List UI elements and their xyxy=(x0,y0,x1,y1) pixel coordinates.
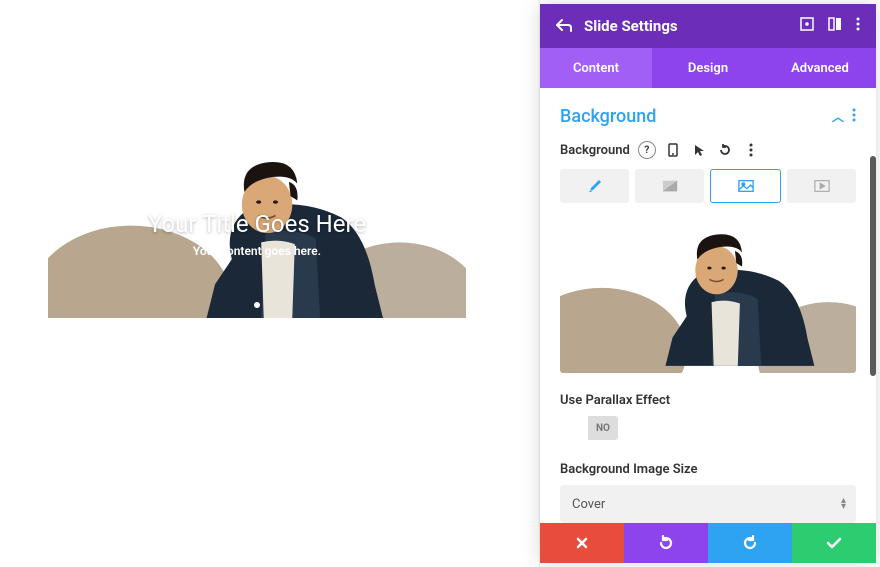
panel-title: Slide Settings xyxy=(580,17,800,35)
slide-subtitle[interactable]: Your content goes here. xyxy=(48,244,466,258)
parallax-label: Use Parallax Effect xyxy=(560,393,856,408)
save-button[interactable] xyxy=(792,523,876,563)
more-icon[interactable] xyxy=(856,17,860,35)
collapse-icon[interactable]: ︿ xyxy=(832,108,844,125)
bgsize-select[interactable]: Cover ▴▾ xyxy=(560,485,856,523)
panel-header: Slide Settings xyxy=(540,4,876,48)
redo-button[interactable] xyxy=(708,523,792,563)
bg-type-color[interactable] xyxy=(560,169,629,203)
panel-body: Background ︿ Background ? xyxy=(540,88,876,523)
panel-footer xyxy=(540,523,876,563)
select-arrows-icon: ▴▾ xyxy=(841,498,846,510)
tab-content[interactable]: Content xyxy=(540,48,652,88)
reset-icon[interactable] xyxy=(716,141,734,159)
help-icon[interactable]: ? xyxy=(638,141,656,159)
section-title-background[interactable]: Background xyxy=(560,106,832,127)
background-type-tabs xyxy=(560,169,856,203)
slide-title[interactable]: Your Title Goes Here xyxy=(48,210,466,238)
parallax-toggle-value: NO xyxy=(588,423,618,434)
bg-type-video[interactable] xyxy=(787,169,856,203)
cancel-button[interactable] xyxy=(540,523,624,563)
hover-icon[interactable] xyxy=(690,141,708,159)
background-image-preview[interactable] xyxy=(560,217,856,373)
slide-pagination-dot[interactable] xyxy=(254,302,260,308)
scrollbar[interactable] xyxy=(870,156,876,376)
mobile-icon[interactable] xyxy=(664,141,682,159)
slide-preview[interactable]: Your Title Goes Here Your content goes h… xyxy=(48,150,466,318)
expand-icon[interactable] xyxy=(800,17,814,35)
bgsize-label: Background Image Size xyxy=(560,462,856,477)
tab-advanced[interactable]: Advanced xyxy=(764,48,876,88)
bgsize-value: Cover xyxy=(572,497,605,512)
field-more-icon[interactable] xyxy=(742,141,760,159)
bg-type-gradient[interactable] xyxy=(635,169,704,203)
background-field-label: Background xyxy=(560,143,630,158)
settings-panel: Slide Settings Content Design Advanced B… xyxy=(540,4,876,563)
bg-type-image[interactable] xyxy=(710,169,781,203)
parallax-toggle[interactable]: NO xyxy=(560,416,618,440)
tab-design[interactable]: Design xyxy=(652,48,764,88)
back-icon[interactable] xyxy=(556,17,580,36)
section-more-icon[interactable] xyxy=(852,108,856,126)
layout-icon[interactable] xyxy=(828,17,842,35)
canvas-area: Your Title Goes Here Your content goes h… xyxy=(0,0,540,567)
tabs: Content Design Advanced xyxy=(540,48,876,88)
undo-button[interactable] xyxy=(624,523,708,563)
